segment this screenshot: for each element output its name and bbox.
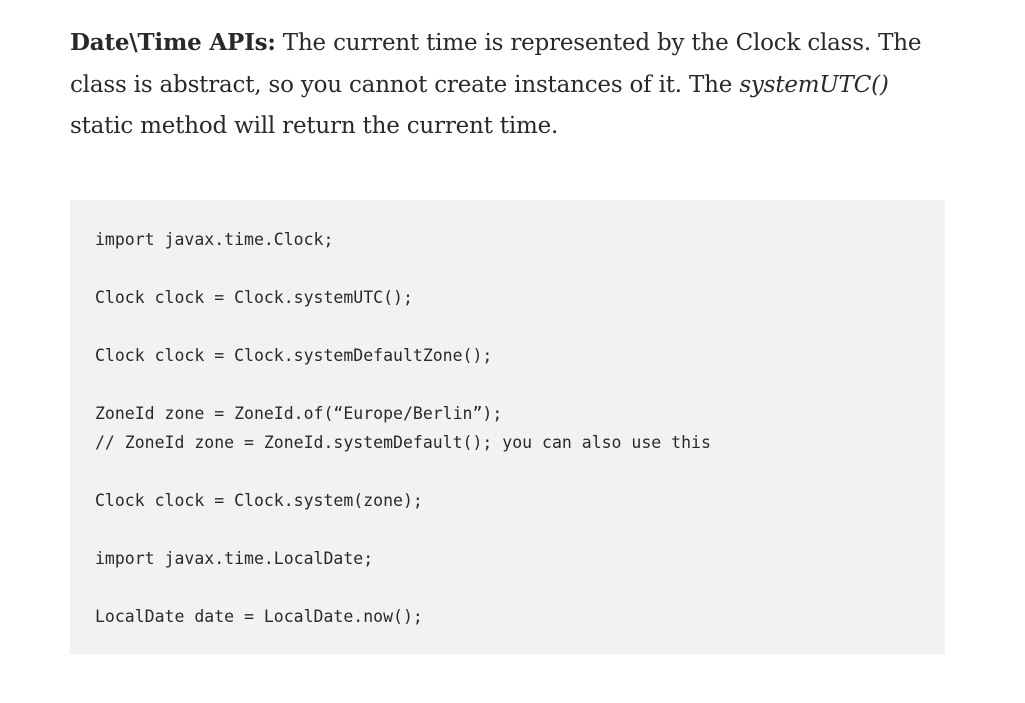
code-line: ZoneId zone = ZoneId.of(“Europe/Berlin”)… [95,404,503,423]
code-line: import javax.time.LocalDate; [95,549,374,568]
code-line: Clock clock = Clock.system(zone); [95,491,423,510]
code-line: Clock clock = Clock.systemUTC(); [95,288,413,307]
code-line: Clock clock = Clock.systemDefaultZone(); [95,346,493,365]
method-name: systemUTC() [739,71,889,98]
article-body: Date\Time APIs: The current time is repr… [70,22,945,148]
paragraph-lead: Date\Time APIs: [70,29,276,56]
intro-paragraph: Date\Time APIs: The current time is repr… [70,22,945,148]
code-block: import javax.time.Clock; Clock clock = C… [70,200,945,654]
code-line: // ZoneId zone = ZoneId.systemDefault();… [95,433,711,452]
code-line: import javax.time.Clock; [95,230,334,249]
code-line: LocalDate date = LocalDate.now(); [95,607,423,626]
paragraph-text-2: static method will return the current ti… [70,113,559,139]
